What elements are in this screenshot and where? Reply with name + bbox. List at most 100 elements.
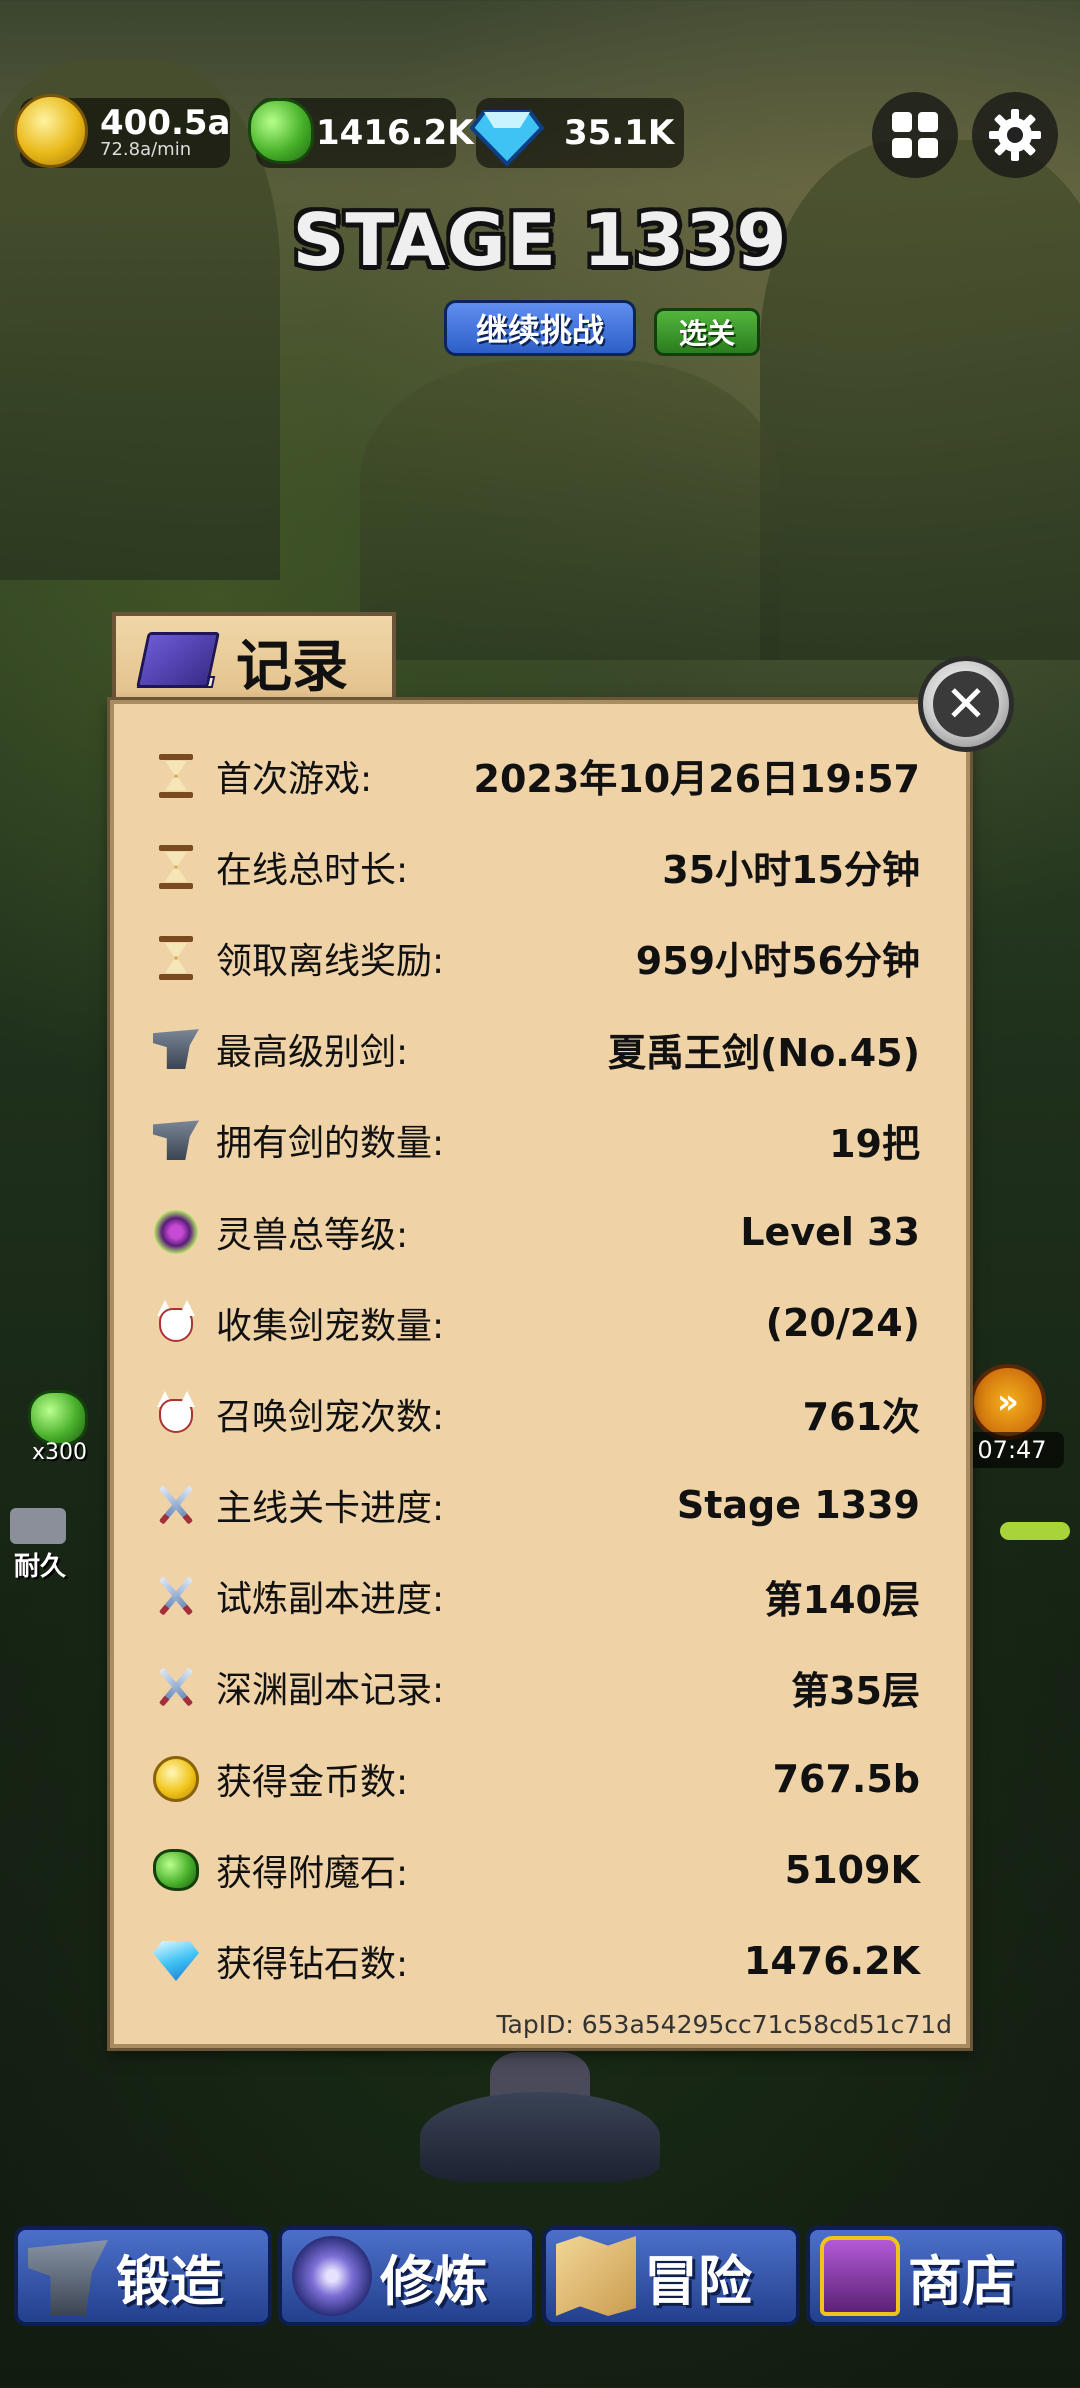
- continue-challenge-button[interactable]: 继续挑战: [444, 300, 636, 356]
- record-row: 获得金币数: 767.5b: [150, 1733, 920, 1824]
- nav-adventure[interactable]: 冒险: [542, 2226, 800, 2326]
- coin-counter: 400.5a 72.8a/min: [14, 94, 231, 168]
- hourglass-icon: [150, 932, 202, 984]
- record-row: 深渊副本记录: 第35层: [150, 1642, 920, 1733]
- diamond-counter: 35.1K: [470, 98, 684, 168]
- side-chip-count: x300: [32, 1440, 88, 1465]
- diamond-value: 35.1K: [564, 113, 675, 153]
- select-stage-button[interactable]: 选关: [654, 308, 760, 356]
- record-row: 领取离线奖励: 959小时56分钟: [150, 912, 920, 1003]
- book-icon: [134, 626, 226, 698]
- record-row: 在线总时长: 35小时15分钟: [150, 821, 920, 912]
- diamond-icon: [150, 1935, 202, 1987]
- record-value: 35小时15分钟: [662, 848, 920, 893]
- green-stone-icon: [248, 98, 314, 164]
- crossed-swords-icon: [150, 1570, 202, 1622]
- record-label: 主线关卡进度:: [216, 1488, 445, 1530]
- record-value: 767.5b: [772, 1756, 920, 1801]
- record-row: 最高级别剑: 夏禹王剑(No.45): [150, 1004, 920, 1095]
- record-row: 灵兽总等级: Level 33: [150, 1186, 920, 1277]
- record-label: 获得附魔石:: [216, 1852, 409, 1894]
- record-panel-title: 记录: [236, 634, 348, 700]
- nav-cultivate-label: 修炼: [380, 2249, 488, 2313]
- record-label: 拥有剑的数量:: [216, 1123, 445, 1165]
- hourglass-icon: [150, 750, 202, 802]
- record-label: 召唤剑宠次数:: [216, 1396, 445, 1438]
- nav-adventure-label: 冒险: [644, 2249, 752, 2313]
- diamond-icon: [470, 110, 544, 167]
- nav-cultivate[interactable]: 修炼: [278, 2226, 536, 2326]
- record-row: 获得钻石数: 1476.2K: [150, 1915, 920, 2006]
- spirit-orb-icon: [150, 1206, 202, 1258]
- record-label: 深渊副本记录:: [216, 1670, 445, 1712]
- speed-timer: 07:47: [960, 1432, 1064, 1468]
- record-label: 获得钻石数:: [216, 1944, 409, 1986]
- enchant-stone-counter: 1416.2K: [248, 98, 474, 168]
- durability-label: 耐久: [14, 1552, 67, 1582]
- record-row: 收集剑宠数量: (20/24): [150, 1277, 920, 1368]
- record-value: 5109K: [784, 1847, 920, 1892]
- record-value: 761次: [802, 1395, 920, 1440]
- record-value: Level 33: [740, 1209, 920, 1254]
- stage-title: STAGE 1339: [292, 198, 788, 282]
- progress-bar-right: [1000, 1522, 1070, 1540]
- fox-mask-icon: [150, 1297, 202, 1349]
- coin-rate: 72.8a/min: [100, 139, 192, 161]
- record-label: 首次游戏:: [216, 758, 373, 800]
- record-label: 灵兽总等级:: [216, 1214, 409, 1256]
- record-row: 首次游戏: 2023年10月26日19:57: [150, 730, 920, 821]
- record-value: 959小时56分钟: [635, 939, 920, 984]
- hourglass-icon: [150, 841, 202, 893]
- record-value: 第35层: [791, 1668, 920, 1713]
- record-value: (20/24): [765, 1300, 920, 1345]
- record-row: 拥有剑的数量: 19把: [150, 1095, 920, 1186]
- anvil-icon: [28, 2240, 108, 2316]
- green-stone-icon: [28, 1390, 88, 1446]
- record-value: Stage 1339: [676, 1483, 920, 1528]
- treasure-chest-icon: [820, 2236, 900, 2316]
- tap-id: TapID: 653a54295cc71c58cd51c71d: [496, 2010, 952, 2039]
- gear-icon: [989, 109, 1041, 161]
- record-value: 2023年10月26日19:57: [473, 757, 920, 802]
- nav-forge-label: 锻造: [116, 2249, 224, 2313]
- crossed-swords-icon: [150, 1479, 202, 1531]
- record-value: 19把: [829, 1121, 920, 1166]
- nav-shop-label: 商店: [908, 2249, 1016, 2313]
- meditating-hero: [420, 2052, 660, 2182]
- record-value: 第140层: [764, 1577, 920, 1622]
- close-icon: ✕: [933, 671, 999, 737]
- spirit-orb-icon: [292, 2236, 372, 2316]
- record-label: 最高级别剑:: [216, 1032, 409, 1074]
- coin-value: 400.5a: [100, 102, 231, 143]
- record-row: 召唤剑宠次数: 761次: [150, 1368, 920, 1459]
- record-value: 夏禹王剑(No.45): [608, 1030, 920, 1075]
- record-value: 1476.2K: [743, 1939, 920, 1984]
- fast-forward-icon: »: [997, 1382, 1019, 1422]
- crossed-swords-icon: [150, 1661, 202, 1713]
- coin-icon: [150, 1753, 202, 1805]
- record-label: 领取离线奖励:: [216, 940, 445, 982]
- nav-forge[interactable]: 锻造: [14, 2226, 272, 2326]
- durability-icon: [10, 1508, 66, 1544]
- record-row: 主线关卡进度: Stage 1339: [150, 1460, 920, 1551]
- coin-icon: [14, 94, 88, 168]
- record-label: 在线总时长:: [216, 849, 409, 891]
- anvil-icon: [150, 1114, 202, 1166]
- grid-menu-button[interactable]: [872, 92, 958, 178]
- grid-menu-icon: [892, 112, 938, 158]
- green-stone-icon: [150, 1844, 202, 1896]
- nav-shop[interactable]: 商店: [806, 2226, 1066, 2326]
- map-icon: [556, 2236, 636, 2316]
- record-label: 获得金币数:: [216, 1761, 409, 1803]
- fox-mask-icon: [150, 1388, 202, 1440]
- record-panel-tab: 记录: [112, 612, 396, 708]
- settings-button[interactable]: [972, 92, 1058, 178]
- record-row: 获得附魔石: 5109K: [150, 1824, 920, 1915]
- fast-forward-button[interactable]: »: [970, 1364, 1046, 1440]
- record-row: 试炼副本进度: 第140层: [150, 1551, 920, 1642]
- record-list: 首次游戏: 2023年10月26日19:57 在线总时长: 35小时15分钟 领…: [150, 730, 920, 2007]
- record-label: 试炼副本进度:: [216, 1579, 445, 1621]
- anvil-icon: [150, 1023, 202, 1075]
- close-button[interactable]: ✕: [918, 656, 1014, 752]
- enchant-stone-value: 1416.2K: [316, 113, 474, 153]
